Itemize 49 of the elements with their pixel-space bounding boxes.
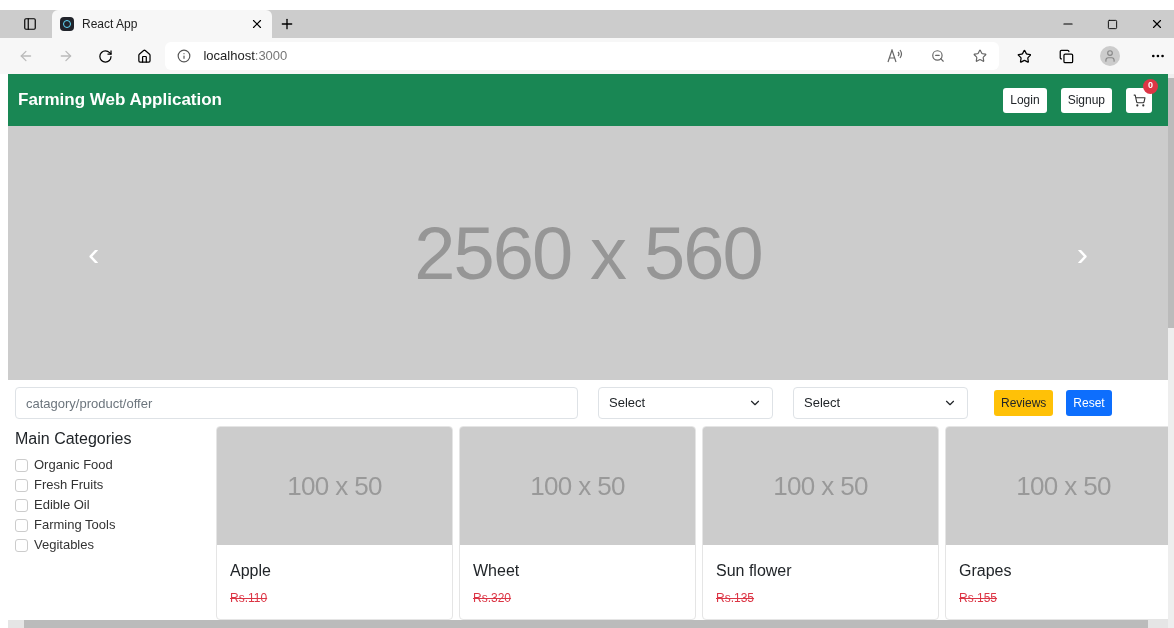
info-icon xyxy=(177,49,192,63)
favorite-icon[interactable] xyxy=(972,49,987,63)
browser-tab[interactable]: React App xyxy=(52,10,272,38)
old-price: Rs.110 xyxy=(230,590,269,607)
read-aloud-icon[interactable] xyxy=(886,49,903,63)
tab-title: React App xyxy=(82,16,139,33)
home-icon[interactable] xyxy=(136,48,152,64)
filter-button[interactable]: Reviews xyxy=(994,390,1054,416)
category-checkbox[interactable] xyxy=(15,518,28,532)
profile-icon[interactable] xyxy=(1100,46,1121,66)
cart-count-badge: 0 xyxy=(1143,78,1158,94)
collections-icon[interactable] xyxy=(1059,48,1075,64)
category-label: Organic Food xyxy=(34,456,113,475)
filter-button[interactable]: Reset xyxy=(1066,390,1112,416)
address-bar[interactable]: localhost:3000 xyxy=(165,42,999,70)
app-logo-icon xyxy=(60,17,74,31)
product-name: Apple xyxy=(230,561,272,581)
category-checkbox[interactable] xyxy=(15,478,28,492)
new-tab-icon[interactable] xyxy=(279,16,295,32)
reload-icon[interactable] xyxy=(97,48,113,64)
cart-button[interactable] xyxy=(1126,87,1152,113)
product-name: Wheet xyxy=(473,561,521,581)
category-checkbox[interactable] xyxy=(15,458,28,472)
product-name: Sun flower xyxy=(716,561,793,581)
nav-button[interactable]: Signup xyxy=(1060,87,1112,113)
url-text: localhost:3000 xyxy=(203,47,289,66)
category-label: Fresh Fruits xyxy=(34,476,104,495)
old-price: Rs.320 xyxy=(473,590,513,607)
app-title: Farming Web Application xyxy=(18,89,223,112)
product-name: Grapes xyxy=(959,561,1013,581)
select-dropdown[interactable]: Select xyxy=(598,387,773,419)
sidebar-toggle-icon[interactable] xyxy=(23,17,37,31)
nav-button[interactable]: Login xyxy=(1003,87,1047,113)
old-price: Rs.135 xyxy=(716,590,756,607)
category-label: Farming Tools xyxy=(34,516,116,535)
category-checkbox[interactable] xyxy=(15,538,28,552)
old-price: Rs.155 xyxy=(959,590,999,607)
cart-icon xyxy=(1132,93,1146,107)
maximize-icon[interactable] xyxy=(1107,18,1118,30)
sidebar-heading: Main Categories xyxy=(15,429,133,449)
close-window-icon[interactable] xyxy=(1150,17,1164,31)
favorites-icon[interactable] xyxy=(1016,48,1032,64)
category-checkbox[interactable] xyxy=(15,498,28,512)
category-label: Edible Oil xyxy=(34,496,90,515)
select-dropdown[interactable]: Select xyxy=(793,387,968,419)
search-field[interactable]: catagory/product/offer xyxy=(15,387,578,419)
zoom-out-icon[interactable] xyxy=(930,49,945,63)
close-tab-icon[interactable] xyxy=(250,17,264,31)
category-label: Vegitables xyxy=(34,536,94,555)
